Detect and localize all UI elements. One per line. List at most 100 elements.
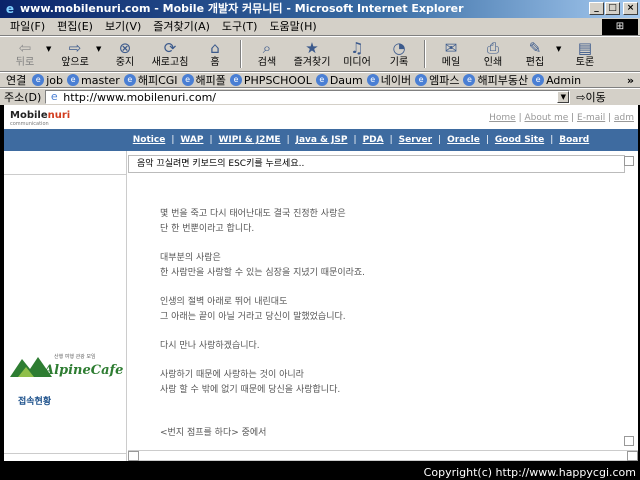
link-daum[interactable]: e Daum — [315, 74, 363, 87]
home-icon: ⌂ — [210, 39, 220, 57]
nav-good-site[interactable]: Good Site — [495, 135, 544, 145]
toplink-email[interactable]: E-mail — [577, 113, 605, 123]
edit-dropdown-icon[interactable]: ▼ — [556, 45, 564, 53]
window-controls: _ □ × — [589, 2, 638, 15]
refresh-label: 새로고침 — [151, 57, 189, 68]
poem-line: 사랑하기 때문에 사랑하는 것이 아니라 — [160, 370, 304, 380]
scroll-left-box[interactable] — [128, 451, 139, 461]
close-button[interactable]: × — [623, 2, 638, 15]
site-logo[interactable]: Mobilenuri — [10, 110, 70, 121]
link-empas[interactable]: e 엠파스 — [415, 73, 460, 87]
link-admin[interactable]: e Admin — [532, 74, 581, 87]
toplink-home[interactable]: Home — [489, 113, 516, 123]
link-happy-realestate[interactable]: e 해피부동산 — [463, 73, 528, 87]
scroll-up-box[interactable] — [624, 156, 634, 166]
address-label: 주소(D) — [4, 91, 42, 104]
ie-link-icon: e — [32, 74, 45, 86]
link-happypoll[interactable]: e 해피폴 — [181, 73, 226, 87]
back-button[interactable]: ⇦ 뒤로 — [4, 39, 46, 69]
menu-view[interactable]: 보기(V) — [99, 18, 147, 36]
history-label: 기록 — [389, 57, 409, 68]
mail-icon: ✉ — [444, 39, 458, 57]
poem-line: 인생의 절벽 아래로 뛰어 내린대도 — [160, 297, 288, 307]
link-job[interactable]: e job — [32, 74, 63, 87]
alpinecafe-name[interactable]: AlpineCafe — [44, 363, 123, 378]
menu-edit[interactable]: 편집(E) — [51, 18, 99, 36]
scroll-right-box[interactable] — [627, 451, 638, 461]
home-label: 홈 — [210, 57, 220, 68]
link-naver[interactable]: e 네이버 — [366, 73, 411, 87]
logo-accent-text: nuri — [47, 110, 71, 121]
toplink-admin[interactable]: adm — [614, 113, 634, 123]
mail-label: 메일 — [441, 57, 461, 68]
edit-icon: ✎ — [528, 39, 542, 57]
address-dropdown-icon[interactable]: ▼ — [557, 91, 570, 103]
link-text: Admin — [546, 73, 582, 87]
menu-favorites[interactable]: 즐겨찾기(A) — [147, 18, 216, 36]
menubar: 파일(F) 편집(E) 보기(V) 즐겨찾기(A) 도구(T) 도움말(H) ⊞ — [0, 18, 640, 36]
home-button[interactable]: ⌂ 홈 — [194, 39, 236, 69]
menu-file[interactable]: 파일(F) — [4, 18, 51, 36]
discuss-button[interactable]: ▤ 토론 — [564, 39, 606, 69]
window-title: www.mobilenuri.com - Mobile 개발자 커뮤니티 - M… — [20, 2, 464, 15]
nav-notice[interactable]: Notice — [133, 135, 166, 145]
horizontal-scrollbar[interactable] — [128, 450, 638, 461]
toolbar-separator — [240, 40, 242, 68]
go-arrow-icon: ⇨ — [576, 91, 586, 104]
mail-button[interactable]: ✉ 메일 — [430, 39, 472, 69]
media-button[interactable]: ♫ 미디어 — [336, 39, 378, 69]
go-button[interactable]: ⇨이동 — [576, 89, 605, 105]
link-text: 해피폴 — [195, 74, 226, 87]
minimize-button[interactable]: _ — [589, 2, 604, 15]
poem-stanza: 몇 번을 죽고 다시 태어난대도 결국 진정한 사랑은 단 한 번뿐이라고 합니… — [160, 207, 365, 237]
music-notice: 음악 끄실려면 키보드의 ESC키를 누르세요.. — [128, 155, 625, 173]
poem-stanza: 사랑하기 때문에 사랑하는 것이 아니라 사랑 할 수 밖에 없기 때문에 당신… — [160, 368, 365, 398]
address-url[interactable]: http://www.mobilenuri.com/ — [63, 91, 216, 104]
refresh-button[interactable]: ⟳ 새로고침 — [146, 39, 194, 69]
forward-dropdown-icon[interactable]: ▼ — [96, 45, 104, 53]
print-button[interactable]: ⎙ 인쇄 — [472, 39, 514, 69]
nav-separator: | — [353, 135, 357, 145]
menu-help[interactable]: 도움말(H) — [263, 18, 322, 36]
nav-separator: | — [389, 135, 393, 145]
link-phpschool[interactable]: e PHPSCHOOL — [229, 73, 312, 87]
links-more-chevron-icon[interactable]: » — [627, 74, 634, 87]
nav-board[interactable]: Board — [559, 135, 589, 145]
maximize-button[interactable]: □ — [605, 2, 620, 15]
link-text: PHPSCHOOL — [243, 73, 312, 87]
history-button[interactable]: ◔ 기록 — [378, 39, 420, 69]
menu-tools[interactable]: 도구(T) — [216, 18, 264, 36]
logo-subtext: communication — [10, 121, 49, 127]
address-input[interactable]: e http://www.mobilenuri.com/ ▼ — [45, 90, 571, 104]
link-happycgi[interactable]: e 해피CGI — [123, 73, 178, 87]
window-titlebar[interactable]: e www.mobilenuri.com - Mobile 개발자 커뮤니티 -… — [0, 0, 640, 18]
back-dropdown-icon[interactable]: ▼ — [46, 45, 54, 53]
ie-link-icon: e — [67, 74, 80, 86]
nav-oracle[interactable]: Oracle — [447, 135, 480, 145]
nav-server[interactable]: Server — [399, 135, 432, 145]
nav-separator: | — [438, 135, 442, 145]
history-icon: ◔ — [392, 39, 406, 57]
stop-button[interactable]: ⊗ 중지 — [104, 39, 146, 69]
link-text: 엠파스 — [429, 74, 460, 87]
nav-separator: | — [485, 135, 489, 145]
forward-button[interactable]: ⇨ 앞으로 — [54, 39, 96, 69]
nav-java-jsp[interactable]: Java & JSP — [296, 135, 348, 145]
toolbar-separator — [424, 40, 426, 68]
scroll-track[interactable] — [139, 451, 627, 461]
visitor-status[interactable]: 접속현황 — [18, 394, 51, 407]
toplink-about[interactable]: About me — [524, 113, 568, 123]
edit-button[interactable]: ✎ 편집 — [514, 39, 556, 69]
address-bar: 주소(D) e http://www.mobilenuri.com/ ▼ ⇨이동 — [0, 88, 640, 105]
ie-link-icon: e — [463, 74, 476, 86]
poem-line: 그 아래는 끝이 아닐 거라고 당신이 말했었습니다. — [160, 312, 346, 322]
search-button[interactable]: ⌕ 검색 — [246, 39, 288, 69]
nav-wipi-j2me[interactable]: WIPI & J2ME — [219, 135, 281, 145]
ie-link-icon: e — [415, 74, 428, 86]
favorites-button[interactable]: ★ 즐겨찾기 — [288, 39, 336, 69]
scroll-down-box[interactable] — [624, 436, 634, 446]
nav-pda[interactable]: PDA — [363, 135, 384, 145]
nav-wap[interactable]: WAP — [180, 135, 203, 145]
link-master[interactable]: e master — [67, 74, 120, 87]
ie-link-icon: e — [229, 74, 242, 86]
